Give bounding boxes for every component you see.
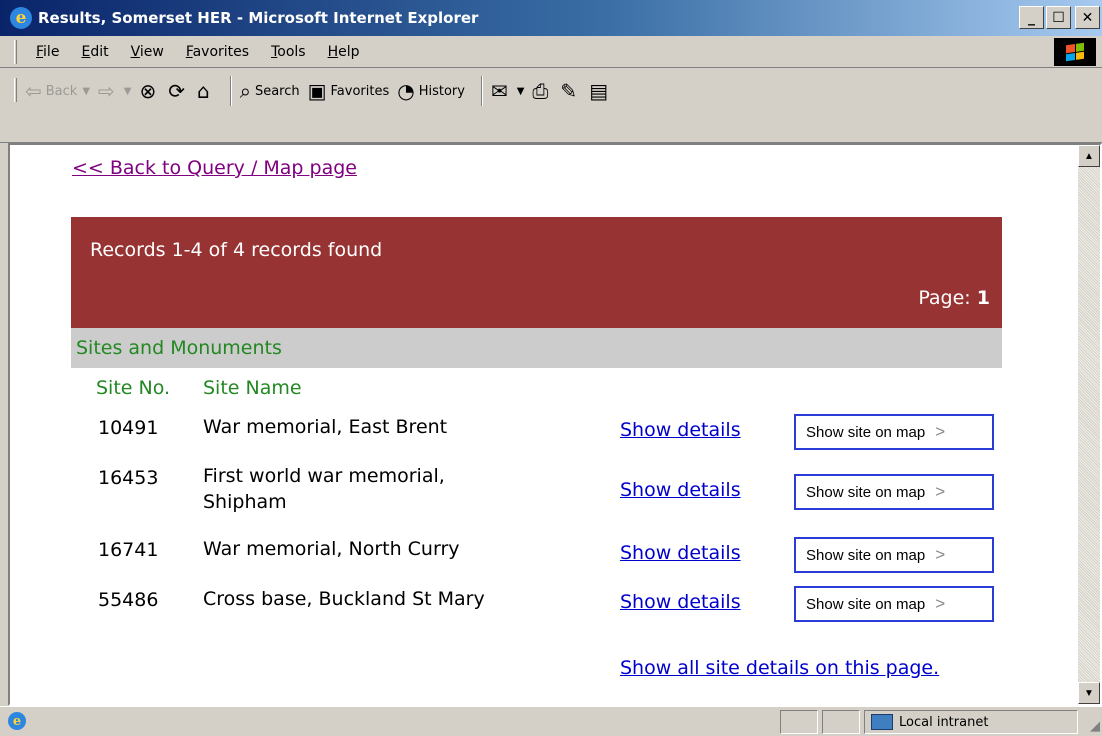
security-zone: Local intranet (864, 710, 1078, 734)
close-button[interactable]: ✕ (1075, 6, 1100, 29)
status-bar: e Local intranet ◢ (0, 706, 1102, 736)
mail-dropdown-icon[interactable]: ▼ (517, 86, 525, 97)
forward-button[interactable]: ⇨ ▼ (98, 74, 131, 108)
print-button[interactable]: ⎙ (532, 74, 552, 108)
show-site-on-map-button[interactable]: Show site on map > (794, 586, 994, 622)
mail-icon: ✉ (490, 79, 508, 103)
column-header-site-no: Site No. (96, 377, 171, 399)
site-no: 55486 (98, 589, 159, 611)
results-header: Records 1-4 of 4 records found Page: 1 (71, 217, 1002, 328)
site-no: 16741 (98, 539, 159, 561)
stop-icon: ⊗ (139, 79, 157, 103)
show-details-link[interactable]: Show details (620, 591, 741, 613)
toolbar-separator (229, 76, 232, 106)
menu-file[interactable]: File (25, 44, 70, 60)
site-name: First world war memorial, Shipham (203, 465, 445, 513)
ie-icon: e (10, 7, 32, 29)
menu-grip (14, 39, 17, 64)
show-details-link[interactable]: Show details (620, 479, 741, 501)
window-controls: _ ☐ ✕ (1019, 6, 1100, 29)
toolbar: ⇦ Back ▼ ⇨ ▼ ⊗ ⟳ ⌂ ⌕ Search ▣ Favorites … (0, 69, 1102, 143)
home-icon: ⌂ (197, 79, 210, 103)
edit-icon: ✎ (560, 79, 578, 103)
stop-button[interactable]: ⊗ (140, 74, 161, 108)
zone-label: Local intranet (899, 714, 989, 730)
search-icon: ⌕ (239, 79, 251, 103)
vertical-scrollbar[interactable]: ▲ ▼ (1078, 145, 1100, 704)
show-all-details-link[interactable]: Show all site details on this page. (620, 657, 939, 679)
intranet-icon (871, 714, 893, 730)
minimize-button[interactable]: _ (1019, 6, 1044, 29)
search-button[interactable]: ⌕ Search (240, 74, 300, 108)
refresh-button[interactable]: ⟳ (168, 74, 189, 108)
page-status-icon: e (8, 712, 26, 730)
back-dropdown-icon[interactable]: ▼ (82, 86, 90, 97)
favorites-label: Favorites (330, 83, 390, 99)
menu-favorites[interactable]: Favorites (175, 44, 260, 60)
map-button-label: Show site on map (806, 595, 926, 613)
toolbar-separator (480, 76, 483, 106)
site-no: 16453 (98, 467, 159, 489)
column-header-site-name: Site Name (203, 377, 302, 399)
windows-logo-icon (1054, 38, 1096, 66)
title-bar: e Results, Somerset HER - Microsoft Inte… (0, 0, 1102, 36)
show-details-link[interactable]: Show details (620, 419, 741, 441)
menu-view[interactable]: View (120, 44, 175, 60)
status-cell (780, 710, 818, 734)
document-icon: ▤ (589, 79, 609, 103)
resize-grip-icon[interactable]: ◢ (1090, 719, 1100, 734)
search-label: Search (254, 83, 300, 99)
forward-dropdown-icon[interactable]: ▼ (124, 86, 132, 97)
back-arrow-icon: ⇦ (25, 79, 42, 103)
map-button-label: Show site on map (806, 483, 926, 501)
edit-button[interactable]: ✎ (560, 74, 581, 108)
browser-viewport: << Back to Query / Map page Records 1-4 … (8, 143, 1102, 706)
show-site-on-map-button[interactable]: Show site on map > (794, 537, 994, 573)
back-label: Back (45, 83, 78, 99)
maximize-button[interactable]: ☐ (1046, 6, 1071, 29)
history-label: History (418, 83, 465, 99)
back-to-query-link[interactable]: << Back to Query / Map page (72, 157, 357, 179)
printer-icon: ⎙ (532, 79, 549, 103)
menu-edit[interactable]: Edit (70, 44, 119, 60)
mail-button[interactable]: ✉ ▼ (491, 74, 524, 108)
chevron-right-icon: > (935, 482, 946, 501)
status-cell (822, 710, 860, 734)
chevron-right-icon: > (935, 545, 946, 564)
map-button-label: Show site on map (806, 546, 926, 564)
site-no: 10491 (98, 417, 159, 439)
page-number: 1 (976, 287, 990, 309)
discuss-button[interactable]: ▤ (589, 74, 612, 108)
chevron-right-icon: > (935, 594, 946, 613)
site-name: War memorial, North Curry (203, 538, 460, 560)
home-button[interactable]: ⌂ (197, 74, 214, 108)
page-label: Page: (918, 287, 971, 309)
window-title: Results, Somerset HER - Microsoft Intern… (38, 9, 479, 27)
forward-arrow-icon: ⇨ (98, 79, 115, 103)
menu-bar: File Edit View Favorites Tools Help (0, 36, 1102, 68)
menu-help[interactable]: Help (317, 44, 371, 60)
back-button[interactable]: ⇦ Back ▼ (25, 74, 90, 108)
chevron-right-icon: > (935, 422, 946, 441)
scroll-down-arrow-icon[interactable]: ▼ (1078, 682, 1100, 704)
records-count: Records 1-4 of 4 records found (90, 239, 383, 261)
section-title: Sites and Monuments (71, 328, 1002, 368)
favorites-icon: ▣ (307, 79, 327, 103)
show-site-on-map-button[interactable]: Show site on map > (794, 414, 994, 450)
favorites-button[interactable]: ▣ Favorites (308, 74, 390, 108)
page-content: << Back to Query / Map page Records 1-4 … (10, 145, 1078, 704)
site-name: War memorial, East Brent (203, 416, 448, 438)
menu-tools[interactable]: Tools (260, 44, 317, 60)
show-details-link[interactable]: Show details (620, 542, 741, 564)
toolbar-grip (14, 78, 17, 102)
show-site-on-map-button[interactable]: Show site on map > (794, 474, 994, 510)
page-indicator: Page: 1 (918, 287, 990, 309)
history-button[interactable]: ◔ History (397, 74, 465, 108)
site-name: Cross base, Buckland St Mary (203, 588, 485, 610)
map-button-label: Show site on map (806, 423, 926, 441)
history-icon: ◔ (397, 79, 415, 103)
refresh-icon: ⟳ (168, 79, 186, 103)
scroll-up-arrow-icon[interactable]: ▲ (1078, 145, 1100, 167)
